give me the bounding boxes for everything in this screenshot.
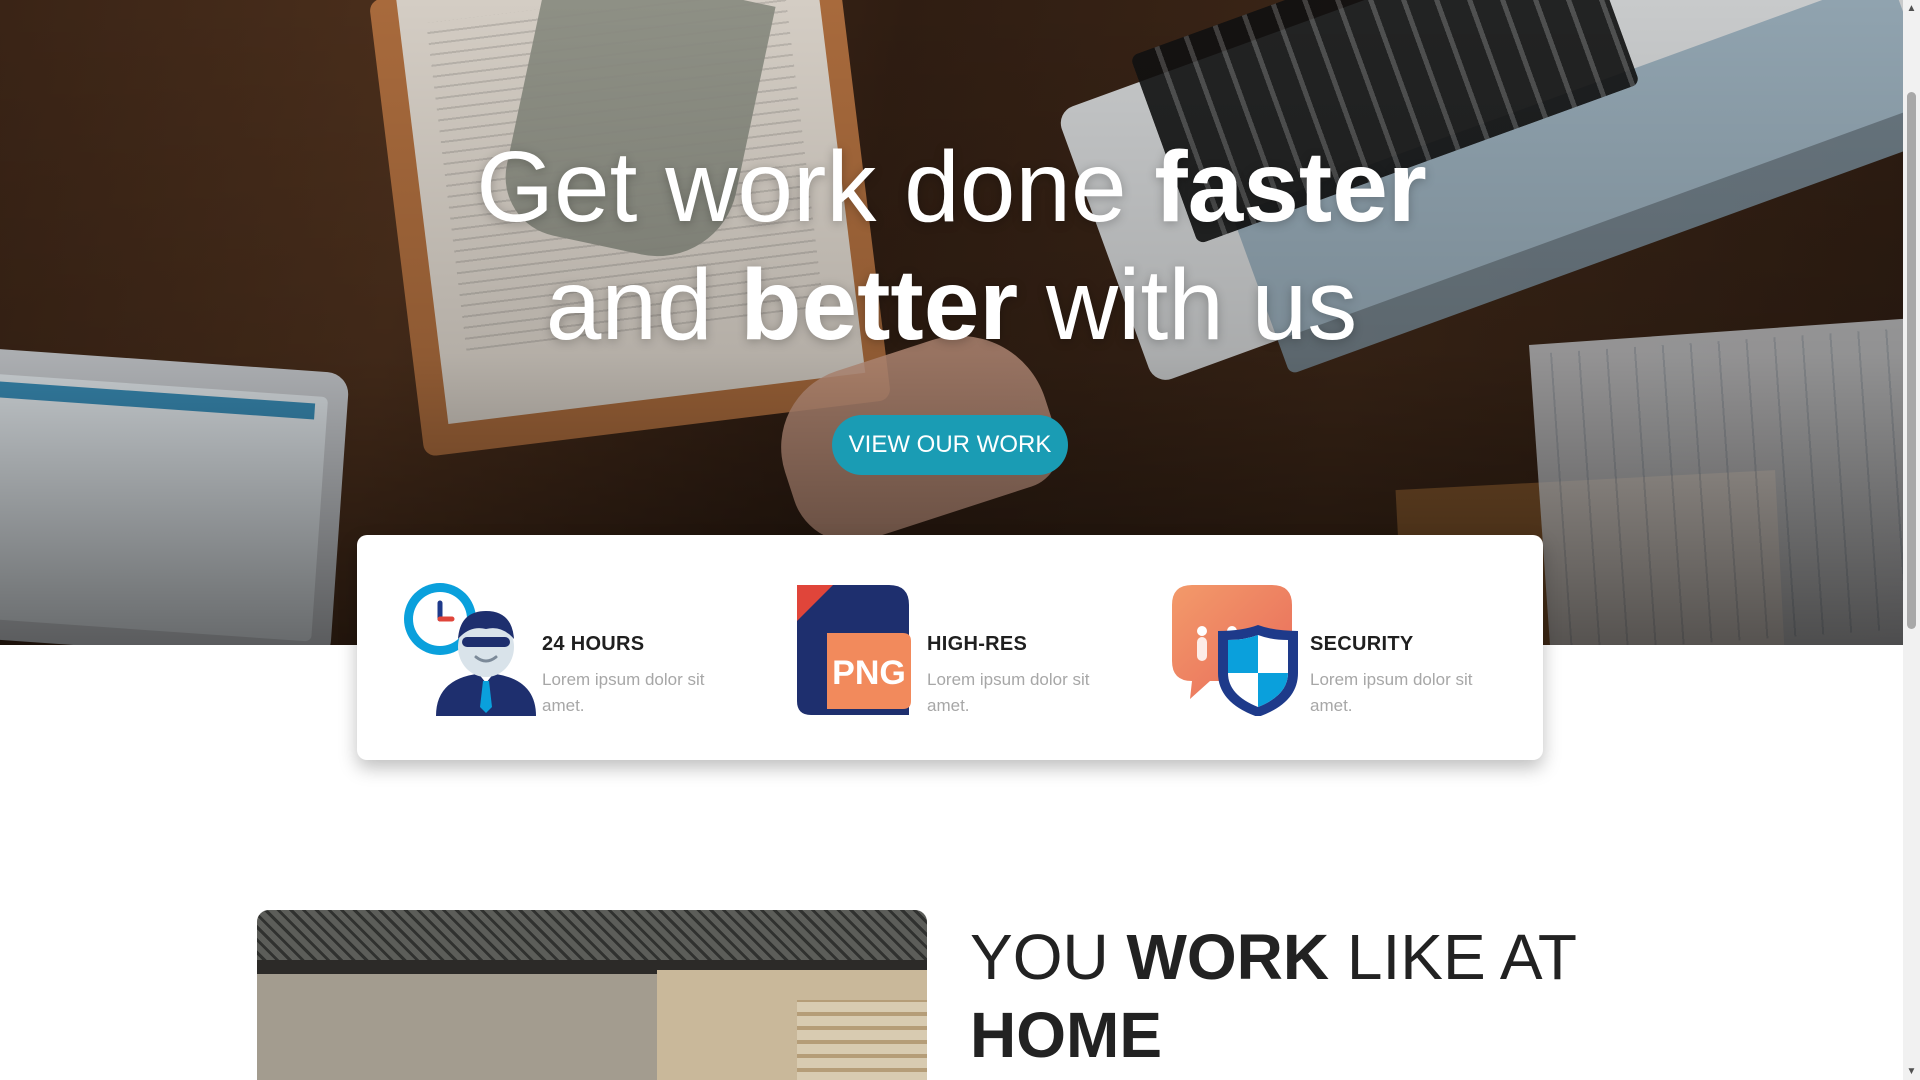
features-card: 24 HOURS Lorem ipsum dolor sit amet. PNG… bbox=[357, 535, 1543, 760]
png-label: PNG bbox=[832, 654, 906, 692]
feature-title: HIGH-RES bbox=[927, 633, 1028, 655]
hero-headline-line-1: Get work done faster bbox=[0, 128, 1903, 246]
hero-headline-line-2: and better with us bbox=[0, 246, 1903, 364]
headline-text: with us bbox=[1018, 249, 1358, 361]
section-title-bold-text: HOME bbox=[970, 999, 1162, 1071]
headline-bold-text: better bbox=[740, 249, 1019, 361]
feature-description: Lorem ipsum dolor sit amet. bbox=[927, 670, 1090, 715]
office-photo-wall bbox=[257, 974, 677, 1080]
office-photo-shelves bbox=[797, 1000, 927, 1080]
section-title-bold-text: WORK bbox=[1126, 921, 1330, 993]
headline-text: Get work done bbox=[476, 131, 1155, 243]
page: Get work done faster and better with us … bbox=[0, 0, 1903, 1080]
png-file-icon: PNG bbox=[787, 581, 922, 716]
headline-text: and bbox=[545, 249, 741, 361]
feature-title: 24 HOURS bbox=[542, 633, 645, 655]
feature-title: SECURITY bbox=[1310, 633, 1414, 655]
feature-24-hours: 24 HOURS Lorem ipsum dolor sit amet. bbox=[402, 581, 762, 721]
feature-description: Lorem ipsum dolor sit amet. bbox=[1310, 670, 1473, 715]
feature-security: SECURITY Lorem ipsum dolor sit amet. bbox=[1170, 581, 1530, 721]
chat-shield-icon bbox=[1170, 581, 1305, 717]
section-title-text: YOU bbox=[970, 921, 1127, 993]
section-title: YOU WORK LIKE AT HOME bbox=[970, 918, 1590, 1074]
view-our-work-button[interactable]: VIEW OUR WORK bbox=[832, 415, 1068, 475]
feature-description: Lorem ipsum dolor sit amet. bbox=[542, 670, 705, 715]
vertical-scrollbar[interactable]: ▲ ▼ bbox=[1903, 0, 1920, 1080]
feature-high-res: PNG HIGH-RES Lorem ipsum dolor sit amet. bbox=[787, 581, 1147, 721]
scroll-down-arrow-icon[interactable]: ▼ bbox=[1903, 1063, 1920, 1080]
clock-support-agent-icon bbox=[402, 581, 537, 716]
headline-bold-text: faster bbox=[1154, 131, 1427, 243]
scrollbar-thumb[interactable] bbox=[1907, 92, 1916, 629]
office-photo bbox=[257, 910, 927, 1080]
hero-headline: Get work done faster and better with us bbox=[0, 128, 1903, 364]
section-title-text: LIKE AT bbox=[1329, 921, 1577, 993]
scroll-up-arrow-icon[interactable]: ▲ bbox=[1903, 0, 1920, 17]
